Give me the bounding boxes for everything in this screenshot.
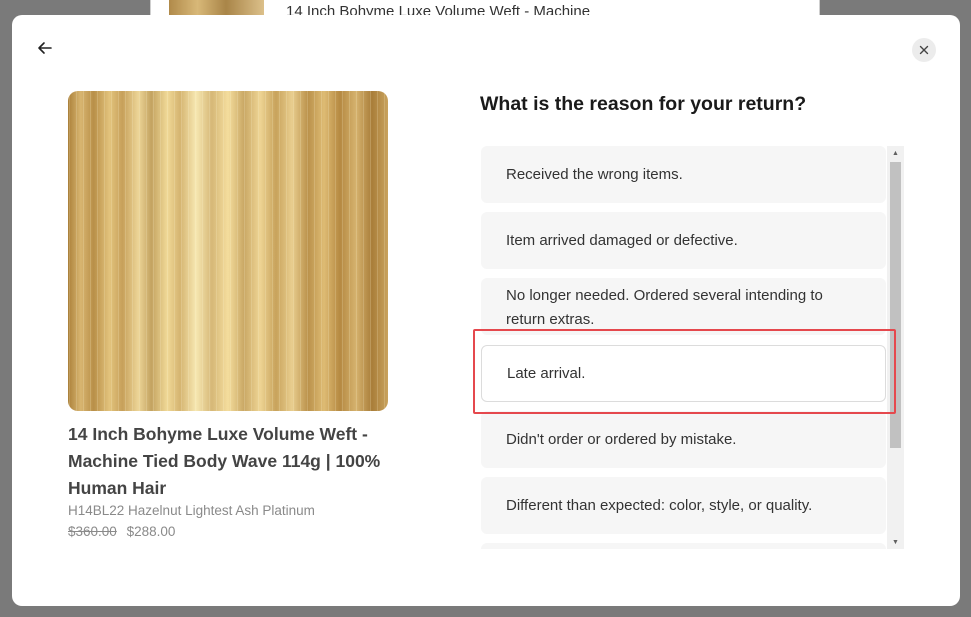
scroll-thumb[interactable] [890, 162, 901, 448]
sale-price: $288.00 [126, 524, 176, 539]
product-image [68, 91, 388, 411]
product-variant: H14BL22 Hazelnut Lightest Ash Platinum [68, 503, 315, 518]
scroll-up-arrow-icon[interactable]: ▲ [887, 146, 904, 160]
reason-label: Received the wrong items. [506, 165, 683, 183]
scroll-down-arrow-icon[interactable]: ▼ [887, 535, 904, 549]
reason-option-no-longer-needed[interactable]: No longer needed. Ordered several intend… [481, 278, 886, 335]
original-price: $360.00 [68, 524, 117, 539]
product-name: 14 Inch Bohyme Luxe Volume Weft - Machin… [68, 424, 381, 498]
reason-label: Item arrived damaged or defective. [506, 231, 738, 249]
arrow-left-icon [38, 42, 52, 54]
reason-option-more[interactable] [481, 543, 886, 549]
reason-option-late-arrival[interactable]: Late arrival. [481, 345, 886, 402]
price-row: $360.00 $288.00 [68, 524, 175, 539]
back-button[interactable] [34, 37, 56, 59]
reason-option-ordered-by-mistake[interactable]: Didn't order or ordered by mistake. [481, 411, 886, 468]
return-question: What is the reason for your return? [480, 93, 807, 115]
reason-list-scrollbar[interactable]: ▲ ▼ [887, 146, 904, 549]
reason-option-different-than-expected[interactable]: Different than expected: color, style, o… [481, 477, 886, 534]
reason-label: No longer needed. Ordered several intend… [506, 287, 823, 328]
reason-option-wrong-items[interactable]: Received the wrong items. [481, 146, 886, 203]
close-button[interactable] [912, 38, 936, 62]
return-reason-modal: 14 Inch Bohyme Luxe Volume Weft - Machin… [12, 15, 960, 606]
reason-label: Didn't order or ordered by mistake. [506, 430, 737, 448]
reason-label: Late arrival. [507, 364, 586, 382]
close-icon [919, 45, 929, 55]
reason-list: Received the wrong items. Item arrived d… [481, 146, 905, 549]
reason-label: Different than expected: color, style, o… [506, 496, 813, 514]
reason-option-damaged[interactable]: Item arrived damaged or defective. [481, 212, 886, 269]
